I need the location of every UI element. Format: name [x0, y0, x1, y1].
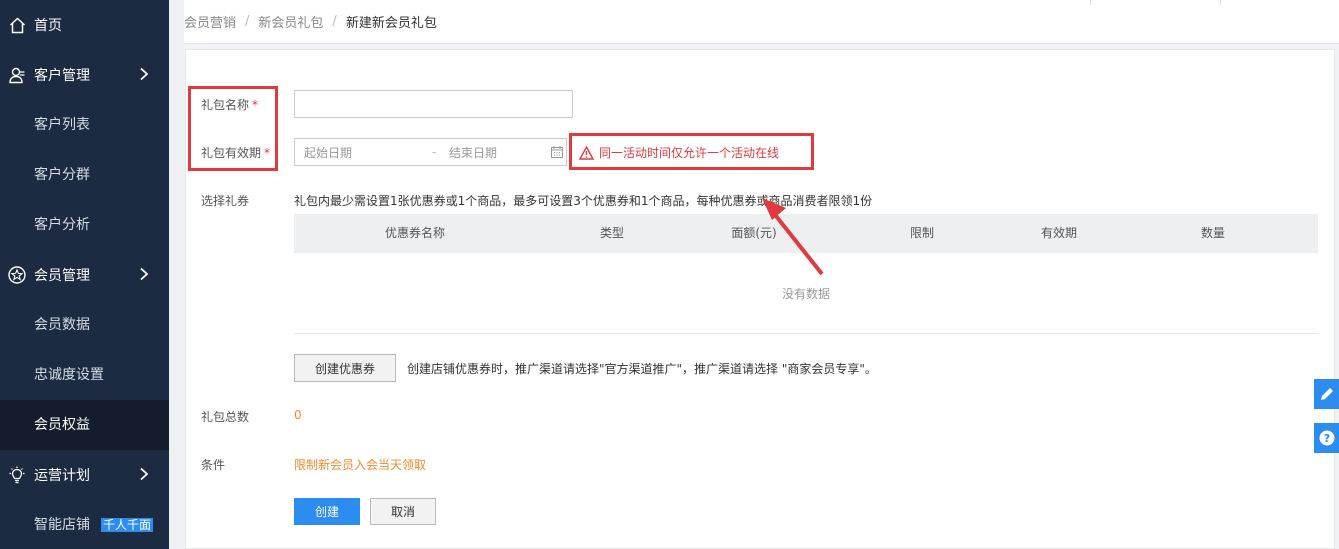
coupon-label: 选择礼券 [201, 194, 250, 208]
chevron-right-icon [139, 467, 149, 485]
sidebar-item-customer-analysis[interactable]: 客户分析 [0, 200, 169, 250]
edit-float-button[interactable] [1314, 379, 1339, 409]
sidebar-item-loyalty[interactable]: 忠诚度设置 [0, 350, 169, 400]
home-icon [8, 16, 26, 34]
chevron-right-icon [139, 67, 149, 85]
column-header: 优惠券名称 [384, 226, 446, 240]
create-coupon-hint: 创建店铺优惠券时，推广渠道请选择"官方渠道推广"，推广渠道请选择 "商家会员专享… [407, 362, 877, 376]
form-panel [185, 49, 1335, 549]
condition-label: 条件 [201, 458, 226, 472]
warning-message: 同一活动时间仅允许一个活动在线 [579, 144, 779, 161]
breadcrumb-item[interactable]: 新会员礼包 [258, 12, 323, 31]
sidebar-item-smart-store[interactable]: 智能店铺 千人千面 [0, 500, 169, 549]
sidebar-item-customer[interactable]: 客户管理 [0, 50, 169, 100]
header-divider [1220, 0, 1221, 5]
end-date-placeholder[interactable]: 结束日期 [449, 144, 497, 161]
breadcrumb-separator: / [332, 14, 337, 29]
help-float-button[interactable]: ? [1314, 423, 1339, 453]
create-coupon-button[interactable]: 创建优惠券 [294, 354, 396, 382]
chevron-right-icon [139, 267, 149, 285]
column-header: 限制 [909, 226, 935, 240]
breadcrumb-item[interactable]: 会员营销 [184, 12, 236, 31]
star-icon [8, 266, 26, 284]
total-value: 0 [294, 408, 302, 422]
sidebar-item-member[interactable]: 会员管理 [0, 250, 169, 300]
warning-icon [579, 145, 594, 160]
gift-name-input[interactable] [294, 90, 573, 118]
breadcrumb-current: 新建新会员礼包 [345, 16, 437, 31]
label-text: 礼包名称 [201, 98, 250, 112]
sidebar-item-ops[interactable]: 运营计划 [0, 450, 169, 500]
sidebar-item-member-rights[interactable]: 会员权益 [0, 400, 169, 450]
date-range-picker[interactable]: 起始日期 - 结束日期 [294, 138, 567, 166]
annotation-arrow [762, 198, 824, 276]
content-gap [169, 0, 184, 549]
header-divider [1090, 0, 1091, 5]
sidebar-item-customer-group[interactable]: 客户分群 [0, 150, 169, 200]
gift-name-label: 礼包名称 * [201, 96, 258, 113]
edit-icon [1319, 386, 1335, 402]
label-text: 礼包有效期 [201, 146, 262, 160]
sidebar-item-label: 首页 [34, 18, 62, 34]
required-mark: * [264, 146, 271, 160]
total-label: 礼包总数 [201, 410, 250, 424]
bulb-icon [8, 466, 26, 484]
sidebar: 首页 客户管理 客户列表 客户分群 客户分析 会员管理 会员数据 忠诚度设置 会… [0, 0, 169, 549]
empty-table-text: 没有数据 [782, 287, 831, 301]
sidebar-item-customer-list[interactable]: 客户列表 [0, 100, 169, 150]
table-divider [294, 333, 1318, 334]
column-header: 有效期 [1040, 226, 1078, 240]
breadcrumb: 会员营销 / 新会员礼包 / 新建新会员礼包 [184, 0, 1339, 44]
create-button[interactable]: 创建 [294, 498, 360, 525]
help-icon: ? [1319, 430, 1335, 446]
breadcrumb-separator: / [245, 14, 250, 29]
column-header: 类型 [599, 226, 625, 240]
gift-validity-label: 礼包有效期 * [201, 144, 270, 161]
sidebar-item-member-data[interactable]: 会员数据 [0, 300, 169, 350]
sidebar-item-label: 客户管理 [34, 68, 90, 84]
start-date-placeholder[interactable]: 起始日期 [304, 144, 352, 161]
smart-store-badge: 千人千面 [101, 518, 154, 532]
sidebar-item-label: 会员管理 [34, 268, 90, 284]
warning-text: 同一活动时间仅允许一个活动在线 [599, 146, 780, 160]
svg-text:?: ? [1323, 432, 1329, 445]
date-separator: - [432, 145, 437, 159]
calendar-icon[interactable] [551, 146, 563, 161]
cancel-button[interactable]: 取消 [370, 498, 436, 525]
condition-value: 限制新会员入会当天领取 [294, 458, 427, 472]
sidebar-item-label: 运营计划 [34, 468, 90, 484]
column-header: 数量 [1200, 226, 1226, 240]
sidebar-item-home[interactable]: 首页 [0, 0, 169, 50]
sidebar-item-label: 智能店铺 [34, 517, 90, 533]
user-icon [8, 66, 26, 84]
required-mark: * [252, 98, 259, 112]
